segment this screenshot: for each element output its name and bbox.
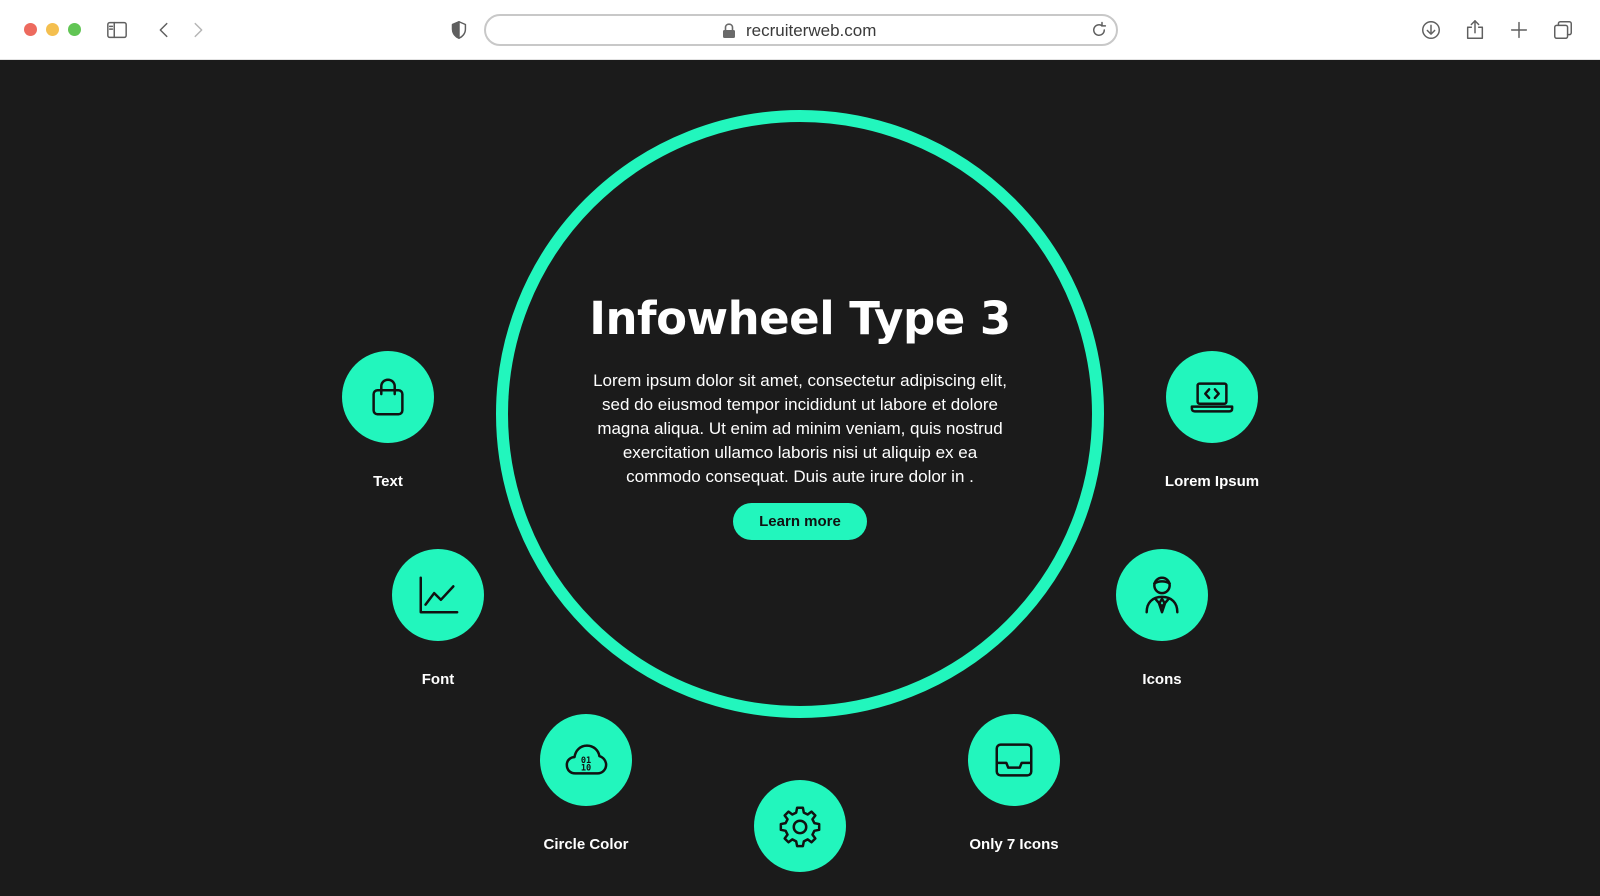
share-icon[interactable] <box>1463 18 1487 42</box>
close-window-button[interactable] <box>24 23 37 36</box>
wheel-node-lorem-ipsum[interactable] <box>1166 351 1258 443</box>
wheel-node-label: Icons <box>1142 671 1182 688</box>
wheel-node-font[interactable] <box>392 549 484 641</box>
wheel-node-label: Lorem Ipsum <box>1164 473 1260 490</box>
line-chart-icon <box>419 576 459 614</box>
wheel-node-text[interactable] <box>342 351 434 443</box>
description-text: Lorem ipsum dolor sit amet, consectetur … <box>593 371 1007 486</box>
inbox-tray-icon <box>995 743 1033 777</box>
cloud-binary-icon: 01 10 <box>565 744 608 775</box>
back-icon[interactable] <box>152 18 176 42</box>
wheel-node-label: Font <box>421 671 455 688</box>
download-icon[interactable] <box>1419 18 1443 42</box>
svg-text:10: 10 <box>581 764 591 774</box>
wheel-node-settings[interactable] <box>754 780 846 872</box>
address-bar[interactable]: recruiterweb.com <box>484 14 1118 46</box>
user-tie-icon <box>1145 576 1179 614</box>
wheel-node-circle-color[interactable]: 01 10 <box>540 714 632 806</box>
new-tab-icon[interactable] <box>1507 18 1531 42</box>
sidebar-toggle-icon[interactable] <box>105 18 129 42</box>
wheel-node-label: Only 7 Icons <box>969 836 1059 853</box>
url-text: recruiterweb.com <box>746 21 877 40</box>
wheel-node-label: Circle Color <box>543 836 629 853</box>
lock-icon <box>723 23 735 38</box>
shopping-bag-icon <box>372 378 404 416</box>
minimize-window-button[interactable] <box>46 23 59 36</box>
laptop-code-icon <box>1190 382 1234 413</box>
maximize-window-button[interactable] <box>68 23 81 36</box>
browser-toolbar: recruiterweb.com <box>0 0 1600 60</box>
reload-icon[interactable] <box>1090 21 1108 39</box>
page-title: Infowheel Type 3 <box>589 292 1011 345</box>
tab-overview-icon[interactable] <box>1551 18 1575 42</box>
wheel-node-only-7-icons[interactable] <box>968 714 1060 806</box>
shield-icon[interactable] <box>447 18 471 42</box>
wheel-node-icons[interactable] <box>1116 549 1208 641</box>
wheel-node-label: Text <box>373 473 403 490</box>
learn-more-button[interactable]: Learn more <box>733 503 867 540</box>
forward-icon[interactable] <box>186 18 210 42</box>
gear-icon <box>779 806 821 848</box>
page-content: Infowheel Type 3 Lorem ipsum dolor sit a… <box>0 60 1600 896</box>
